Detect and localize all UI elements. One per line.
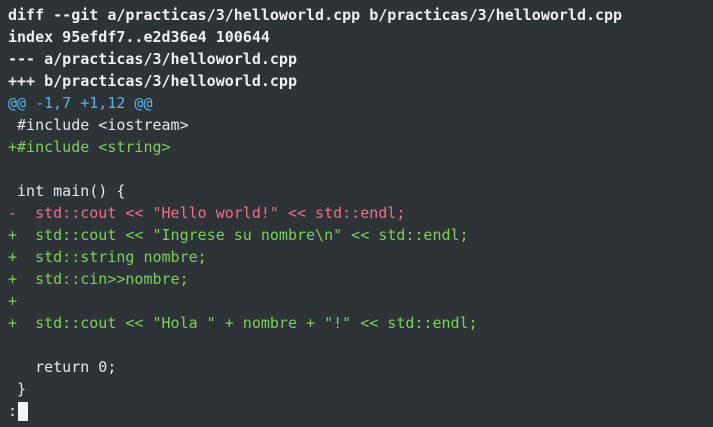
- diff-index-line: index 95efdf7..e2d36e4 100644: [8, 28, 270, 46]
- diff-line-context: [8, 158, 709, 180]
- diff-line-added: + std::cout << "Ingrese su nombre\n" << …: [8, 226, 469, 244]
- diff-line-added: +: [8, 292, 18, 310]
- diff-old-file-line: --- a/practicas/3/helloworld.cpp: [8, 50, 297, 68]
- diff-line-context: return 0;: [8, 358, 117, 376]
- diff-output: diff --git a/practicas/3/helloworld.cpp …: [8, 4, 709, 422]
- diff-line-context: int main() {: [8, 182, 126, 200]
- diff-line-added: +#include <string>: [8, 138, 171, 156]
- pager-prompt-line[interactable]: :: [8, 400, 709, 422]
- pager-prompt: :: [8, 402, 18, 420]
- text-cursor[interactable]: [18, 401, 29, 421]
- diff-git-header: diff --git a/practicas/3/helloworld.cpp …: [8, 6, 623, 24]
- diff-line-removed: - std::cout << "Hello world!" << std::en…: [8, 204, 406, 222]
- diff-line-context: [8, 334, 709, 356]
- diff-line-added: + std::cin>>nombre;: [8, 270, 189, 288]
- diff-line-added: + std::string nombre;: [8, 248, 207, 266]
- diff-line-context: }: [8, 380, 27, 398]
- diff-line-context: #include <iostream>: [8, 116, 189, 134]
- terminal-window[interactable]: diff --git a/practicas/3/helloworld.cpp …: [0, 0, 713, 427]
- hunk-header: @@ -1,7 +1,12 @@: [8, 94, 153, 112]
- diff-new-file-line: +++ b/practicas/3/helloworld.cpp: [8, 72, 297, 90]
- diff-line-added: + std::cout << "Hola " + nombre + "!" <<…: [8, 314, 478, 332]
